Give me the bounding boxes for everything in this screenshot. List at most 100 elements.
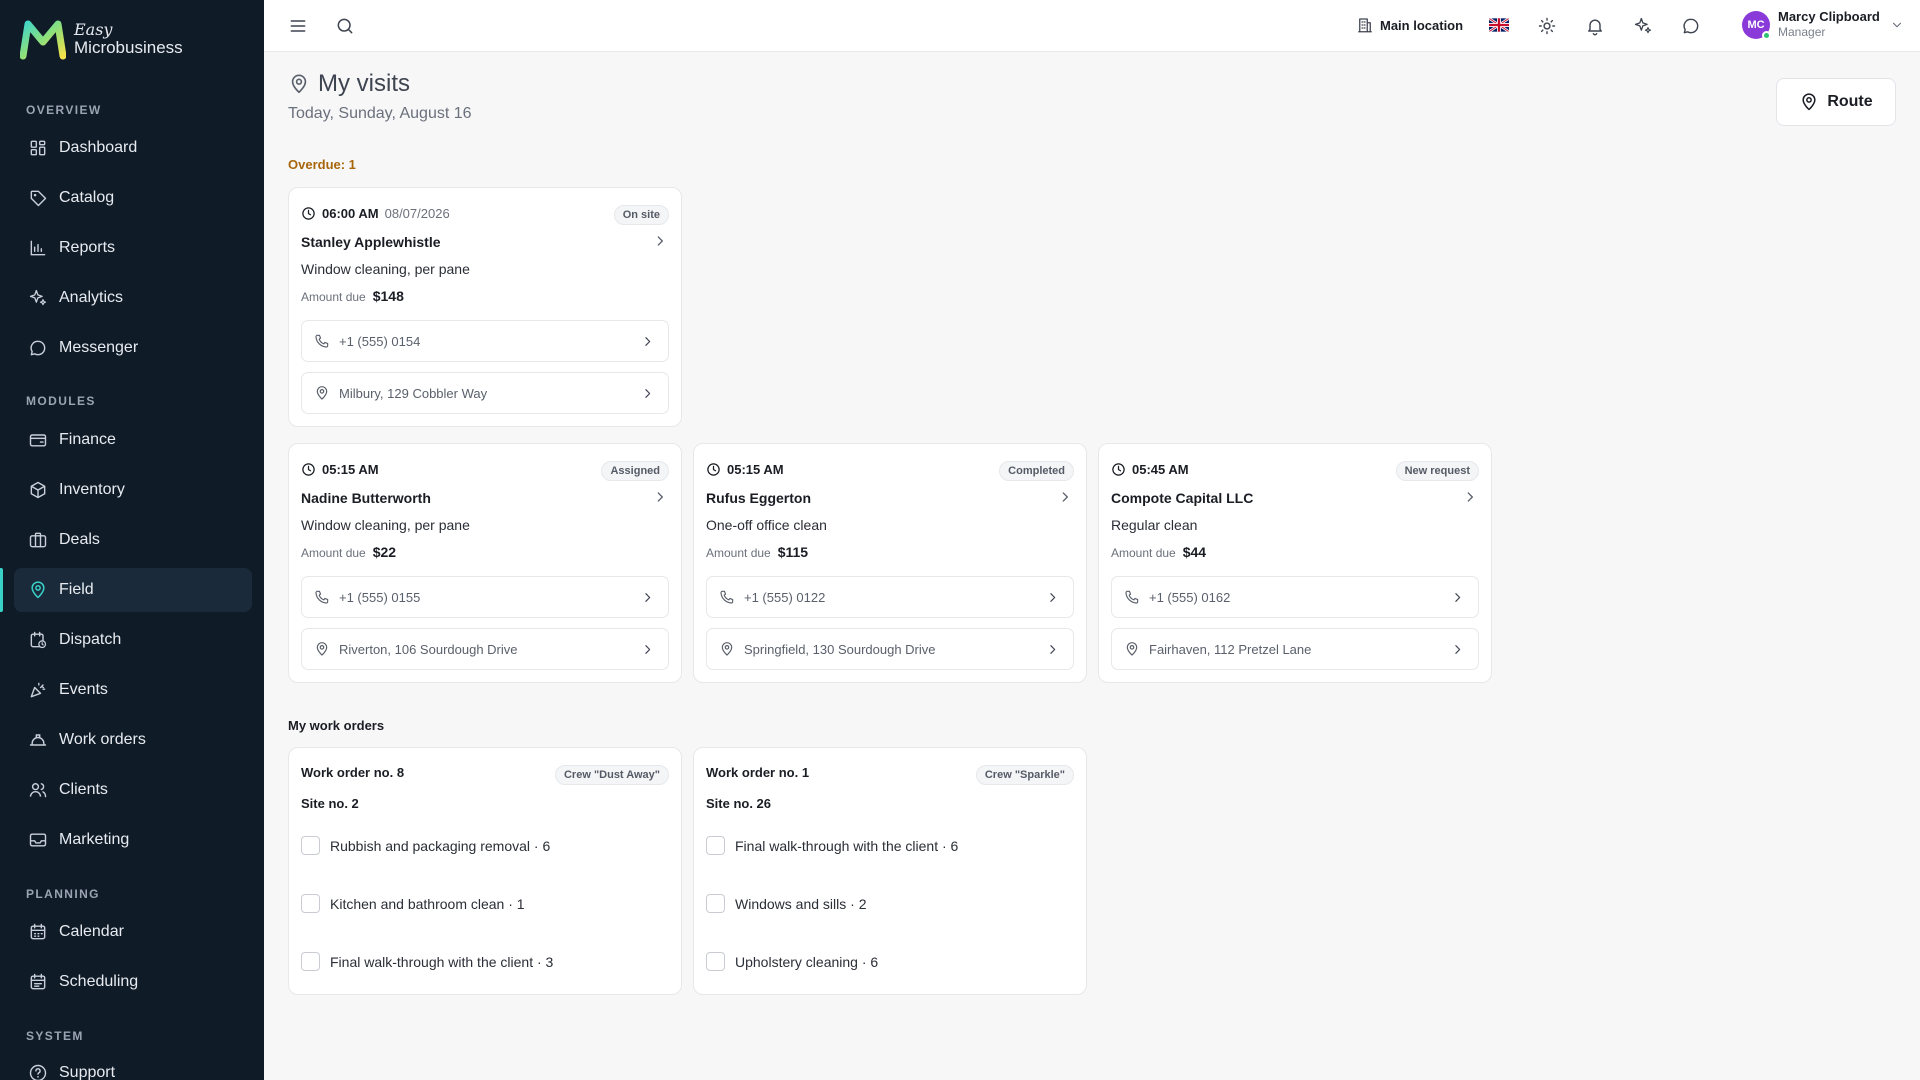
- sidebar-item-label: Events: [59, 681, 108, 698]
- task-checkbox[interactable]: [706, 836, 725, 855]
- chat-icon[interactable]: [1681, 16, 1701, 36]
- clock-icon: [301, 206, 316, 221]
- sparkles-icon[interactable]: [1633, 16, 1653, 36]
- theme-sun-icon[interactable]: [1537, 16, 1557, 36]
- messenger-icon: [28, 338, 48, 358]
- visit-client-name[interactable]: Nadine Butterworth: [301, 490, 431, 506]
- page-title: My visits: [288, 70, 410, 98]
- bell-icon[interactable]: [1585, 16, 1605, 36]
- sidebar-item-events[interactable]: Events: [14, 668, 252, 712]
- work-orders-heading: My work orders: [288, 718, 385, 733]
- dashboard-icon: [28, 138, 48, 158]
- sidebar-item-analytics[interactable]: Analytics: [14, 276, 252, 320]
- overdue-label: Overdue: 1: [288, 157, 356, 172]
- location-pin-icon: [1124, 641, 1140, 657]
- location-pin-icon: [1799, 92, 1819, 112]
- chevron-right-icon[interactable]: [1058, 490, 1072, 504]
- chevron-right-icon[interactable]: [653, 234, 667, 248]
- visit-address-row[interactable]: Springfield, 130 Sourdough Drive: [706, 628, 1074, 670]
- sidebar: Easy Microbusiness OVERVIEW Dashboard Ca…: [0, 0, 264, 1080]
- menu-icon[interactable]: [288, 16, 308, 36]
- calendar-icon: [28, 922, 48, 942]
- task-item[interactable]: Rubbish and packaging removal · 6: [301, 836, 550, 855]
- visit-phone-row[interactable]: +1 (555) 0154: [301, 320, 669, 362]
- avatar-initials: MC: [1747, 18, 1765, 31]
- task-item[interactable]: Final walk-through with the client · 3: [301, 952, 553, 971]
- task-item[interactable]: Upholstery cleaning · 6: [706, 952, 878, 971]
- route-button[interactable]: Route: [1776, 78, 1896, 126]
- scheduling-icon: [28, 972, 48, 992]
- status-badge: New request: [1395, 461, 1479, 481]
- chevron-right-icon: [1046, 643, 1059, 656]
- task-checkbox[interactable]: [301, 836, 320, 855]
- search-icon[interactable]: [335, 16, 355, 36]
- phone-icon: [314, 333, 330, 349]
- sidebar-item-inventory[interactable]: Inventory: [14, 468, 252, 512]
- sidebar-item-label: Messenger: [59, 339, 139, 356]
- visit-time-value: 06:00 AM: [322, 206, 379, 221]
- sidebar-item-label: Work orders: [59, 731, 146, 748]
- sidebar-item-label: Marketing: [59, 831, 130, 848]
- reports-icon: [28, 238, 48, 258]
- visit-phone-row[interactable]: +1 (555) 0122: [706, 576, 1074, 618]
- crew-badge: Crew "Dust Away": [554, 765, 669, 785]
- task-label: Final walk-through with the client · 3: [330, 953, 554, 970]
- chevron-right-icon[interactable]: [1463, 490, 1477, 504]
- user-menu[interactable]: MC Marcy Clipboard Manager: [1742, 9, 1904, 40]
- sidebar-item-messenger[interactable]: Messenger: [14, 326, 252, 370]
- task-item[interactable]: Windows and sills · 2: [706, 894, 867, 913]
- work-order-title[interactable]: Work order no. 8: [301, 765, 404, 780]
- sidebar-item-marketing[interactable]: Marketing: [14, 818, 252, 862]
- task-item[interactable]: Final walk-through with the client · 6: [706, 836, 958, 855]
- status-badge: Assigned: [601, 461, 669, 481]
- finance-icon: [28, 430, 48, 450]
- sidebar-item-label: Analytics: [59, 289, 124, 306]
- sidebar-item-deals[interactable]: Deals: [14, 518, 252, 562]
- avatar: MC: [1742, 10, 1771, 40]
- sidebar-item-reports[interactable]: Reports: [14, 226, 252, 270]
- visit-service: Window cleaning, per pane: [301, 517, 470, 533]
- visit-phone-row[interactable]: +1 (555) 0162: [1111, 576, 1479, 618]
- clock-icon: [301, 462, 316, 477]
- visit-address-row[interactable]: Milbury, 129 Cobbler Way: [301, 372, 669, 414]
- work-order-title[interactable]: Work order no. 1: [706, 765, 809, 780]
- uk-flag-icon[interactable]: [1489, 18, 1509, 32]
- sidebar-item-dashboard[interactable]: Dashboard: [14, 126, 252, 170]
- visit-phone: +1 (555) 0162: [1149, 589, 1231, 605]
- chevron-right-icon[interactable]: [653, 490, 667, 504]
- sidebar-item-catalog[interactable]: Catalog: [14, 176, 252, 220]
- amount-label: Amount due: [1111, 546, 1176, 560]
- sidebar-item-finance[interactable]: Finance: [14, 418, 252, 462]
- task-checkbox[interactable]: [301, 894, 320, 913]
- chevron-right-icon: [641, 591, 654, 604]
- visit-client-name[interactable]: Stanley Applewhistle: [301, 234, 441, 250]
- sidebar-item-clients[interactable]: Clients: [14, 768, 252, 812]
- clock-icon: [1111, 462, 1126, 477]
- brand-logo[interactable]: Easy Microbusiness: [20, 18, 183, 60]
- sidebar-item-work-orders[interactable]: Work orders: [14, 718, 252, 762]
- visit-client-name[interactable]: Compote Capital LLC: [1111, 490, 1253, 506]
- visit-card: 06:00 AM 08/07/2026 On site Stanley Appl…: [288, 187, 682, 427]
- user-role: Manager: [1778, 25, 1826, 40]
- visit-client-name[interactable]: Rufus Eggerton: [706, 490, 811, 506]
- visit-phone-row[interactable]: +1 (555) 0155: [301, 576, 669, 618]
- sidebar-item-dispatch[interactable]: Dispatch: [14, 618, 252, 662]
- sidebar-item-scheduling[interactable]: Scheduling: [14, 960, 252, 1004]
- visit-address-row[interactable]: Fairhaven, 112 Pretzel Lane: [1111, 628, 1479, 670]
- brand-easy: Easy: [74, 20, 113, 39]
- task-item[interactable]: Kitchen and bathroom clean · 1: [301, 894, 525, 913]
- task-checkbox[interactable]: [301, 952, 320, 971]
- phone-icon: [719, 589, 735, 605]
- sidebar-item-support[interactable]: Support: [14, 1051, 252, 1080]
- visit-card: 05:15 AM Assigned Nadine Butterworth Win…: [288, 443, 682, 683]
- visit-address: Fairhaven, 112 Pretzel Lane: [1149, 641, 1312, 657]
- visit-address-row[interactable]: Riverton, 106 Sourdough Drive: [301, 628, 669, 670]
- sidebar-item-label: Field: [59, 581, 94, 598]
- task-checkbox[interactable]: [706, 952, 725, 971]
- sidebar-item-calendar[interactable]: Calendar: [14, 910, 252, 954]
- sidebar-item-field[interactable]: Field: [14, 568, 252, 612]
- sidebar-item-label: Catalog: [59, 189, 115, 206]
- task-checkbox[interactable]: [706, 894, 725, 913]
- visit-address: Riverton, 106 Sourdough Drive: [339, 641, 518, 657]
- location-selector[interactable]: Main location: [1356, 16, 1463, 34]
